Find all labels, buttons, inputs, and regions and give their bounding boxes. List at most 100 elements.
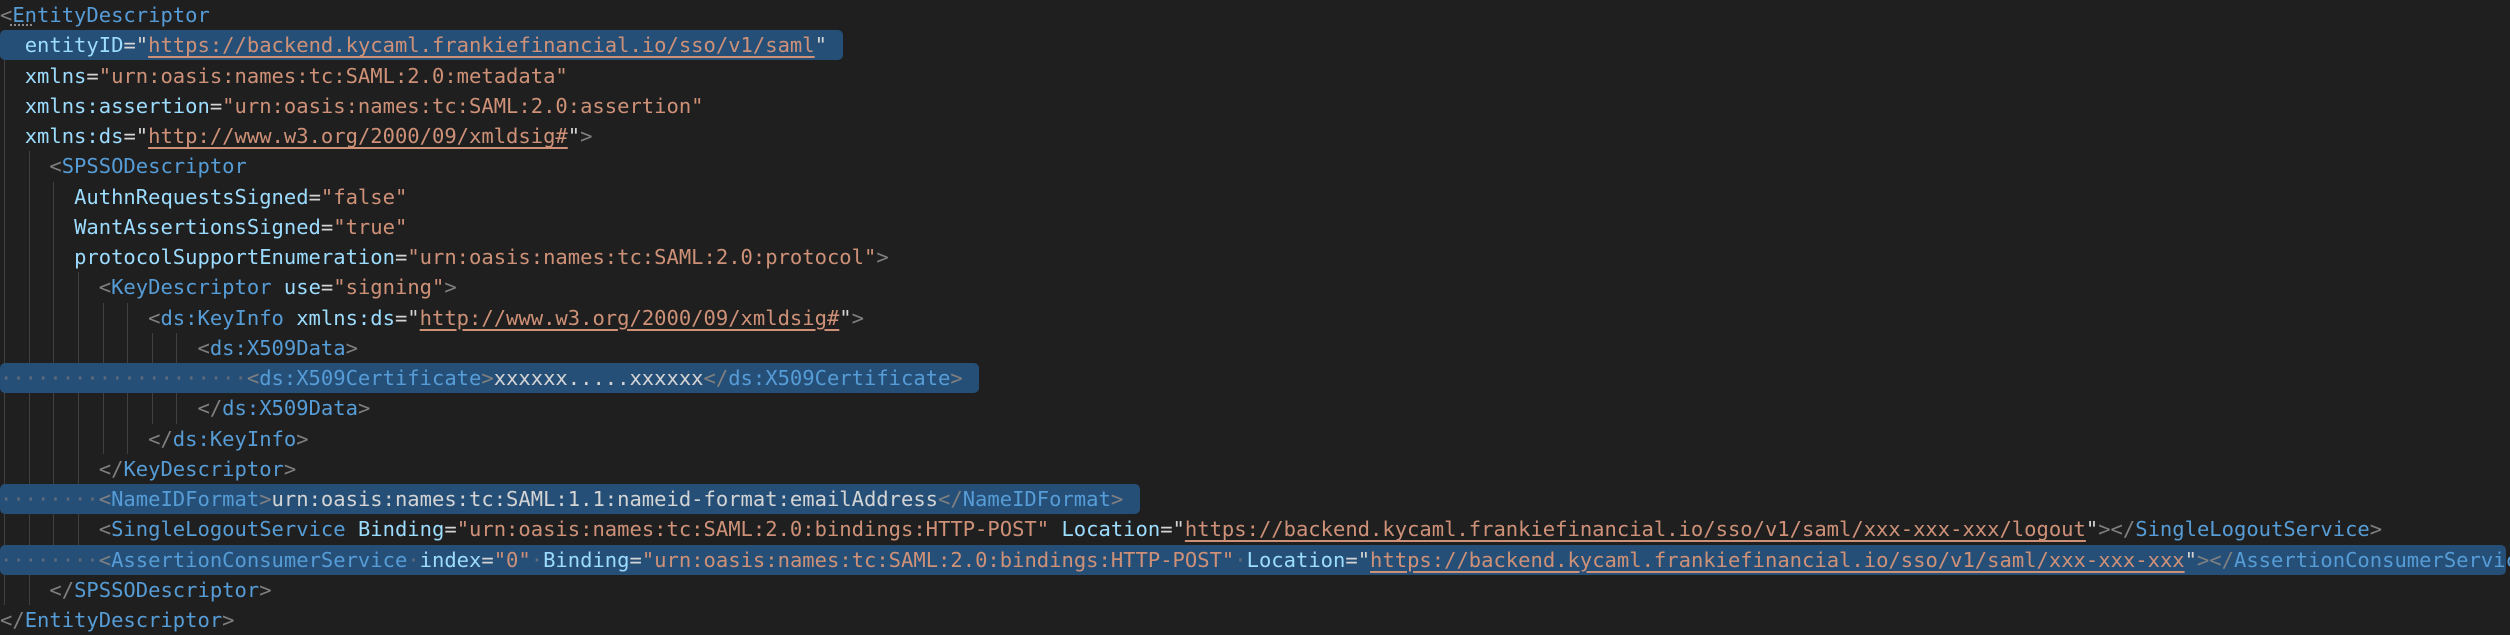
code-token-tag: EntityDescriptor <box>24 608 223 632</box>
code-token-attr: WantAssertionsSigned <box>74 214 321 239</box>
code-token-bracket: </ <box>148 426 173 451</box>
code-line[interactable]: ····················<ds:X509Certificate>… <box>0 363 975 393</box>
code-token-eq: = <box>320 214 334 239</box>
code-token-bracket: </ <box>938 487 963 511</box>
code-line[interactable]: <ds:KeyInfo xmlns:ds="http://www.w3.org/… <box>0 303 864 333</box>
code-token-eq: = <box>481 547 494 572</box>
code-token-bracket: > <box>345 335 358 360</box>
code-token-eq: = <box>629 547 642 572</box>
code-line[interactable]: </EntityDescriptor> <box>0 605 235 635</box>
code-token-url: http://www.w3.org/2000/09/xmldsig# <box>148 124 568 148</box>
code-token-eq: = <box>320 275 334 300</box>
code-line[interactable]: WantAssertionsSigned="true" <box>0 212 407 242</box>
code-token-str: "0" <box>493 547 531 572</box>
code-line[interactable]: xmlns="urn:oasis:names:tc:SAML:2.0:metad… <box>0 61 568 91</box>
code-line[interactable]: xmlns:assertion="urn:oasis:names:tc:SAML… <box>0 91 704 121</box>
code-line[interactable]: </SPSSODescriptor> <box>0 575 272 605</box>
code-token-url: https://backend.kycaml.frankiefinancial.… <box>1184 517 2086 542</box>
code-token-bracket: < <box>148 305 161 330</box>
code-token-attr: Location <box>1246 547 1346 572</box>
code-token-bracket: < <box>98 275 112 300</box>
code-line[interactable]: <ds:X509Data> <box>0 333 358 363</box>
code-token-eq: =" <box>1160 517 1185 542</box>
code-line[interactable]: <SPSSODescriptor <box>0 151 247 181</box>
code-token-tag: AssertionConsumerService <box>2234 547 2510 572</box>
code-token-bracket: </ <box>197 396 223 421</box>
code-token-bracket: < <box>246 366 260 390</box>
code-token-ws: · <box>1234 547 1247 572</box>
code-token-eq: = <box>308 184 321 209</box>
code-token-tag: KeyDescriptor <box>111 275 272 300</box>
code-token-attr: Binding <box>543 547 630 572</box>
code-editor[interactable]: <EntityDescriptor entityID="https://back… <box>0 0 2510 632</box>
code-token-attr: entityID <box>24 33 124 58</box>
code-token-str: "urn:oasis:names:tc:SAML:2.0:metadata" <box>98 63 568 88</box>
code-token-bracket: < <box>98 487 112 511</box>
code-line[interactable]: ········<NameIDFormat>urn:oasis:names:tc… <box>0 484 1136 514</box>
code-token-attr: xmlns <box>24 63 87 88</box>
code-token-str: "true" <box>333 214 408 239</box>
code-token-eq: =" <box>123 33 149 58</box>
code-token-attr: AuthnRequestsSigned <box>74 184 309 209</box>
code-token-bracket: ></ <box>2098 517 2136 542</box>
code-token-bracket: > <box>851 305 864 330</box>
code-token-attr: xmlns:assertion <box>24 93 210 118</box>
code-token-attr: use <box>283 275 321 300</box>
code-token-eq: =" <box>123 124 149 148</box>
code-token-text: xxxxxx.....xxxxxx <box>493 366 704 390</box>
code-token-tag: KeyDescriptor <box>123 456 284 481</box>
code-token-bracket: < <box>49 154 62 179</box>
code-line[interactable]: </ds:X509Data> <box>0 393 370 423</box>
code-token-str: "urn:oasis:names:tc:SAML:2.0:assertion" <box>222 93 704 118</box>
code-line[interactable]: ········<AssertionConsumerService·index=… <box>0 545 2510 575</box>
code-token-ws: · <box>407 547 420 572</box>
code-token-tag: SPSSODescriptor <box>61 154 247 179</box>
code-line[interactable]: xmlns:ds="http://www.w3.org/2000/09/xmld… <box>0 121 593 151</box>
code-line[interactable]: </ds:KeyInfo> <box>0 424 309 454</box>
code-token-tag: ds:X509Data <box>209 335 346 360</box>
code-token-bracket: > <box>296 426 309 451</box>
code-token-attr: xmlns:ds <box>296 305 395 330</box>
code-token-bracket: > <box>357 396 371 421</box>
code-token-attr: Location <box>1061 517 1161 542</box>
code-token-eq: = <box>444 517 457 542</box>
code-line[interactable]: AuthnRequestsSigned="false" <box>0 182 407 212</box>
code-line[interactable]: </KeyDescriptor> <box>0 454 296 484</box>
code-token-eq: " <box>814 33 827 58</box>
code-token-ws: · <box>530 547 544 572</box>
code-token-bracket: </ <box>0 608 25 632</box>
code-token-tag: NameIDFormat <box>962 487 1111 511</box>
code-line[interactable]: protocolSupportEnumeration="urn:oasis:na… <box>0 242 889 272</box>
code-token-bracket: </ <box>98 456 124 481</box>
code-token-bracket: > <box>2369 517 2383 542</box>
code-token-tag: EntityDescriptor <box>12 3 210 27</box>
code-token-url: http://www.w3.org/2000/09/xmldsig# <box>419 305 840 330</box>
code-token-bracket: > <box>580 124 593 148</box>
code-token-str: "false" <box>320 184 408 209</box>
code-token-str: "urn:oasis:names:tc:SAML:2.0:protocol" <box>407 245 877 269</box>
code-token-bracket: > <box>481 366 494 390</box>
code-token-bracket: > <box>259 577 272 602</box>
code-token-tag: ds:X509Data <box>222 396 358 421</box>
code-line[interactable]: <SingleLogoutService Binding="urn:oasis:… <box>0 514 2382 544</box>
code-token-eq: = <box>394 245 408 269</box>
code-token-eq: " <box>567 124 581 148</box>
code-token-attr: protocolSupportEnumeration <box>74 245 395 269</box>
code-line[interactable]: entityID="https://backend.kycaml.frankie… <box>0 30 839 60</box>
code-token-bracket: > <box>283 456 297 481</box>
code-line[interactable]: <KeyDescriptor use="signing"> <box>0 272 457 302</box>
